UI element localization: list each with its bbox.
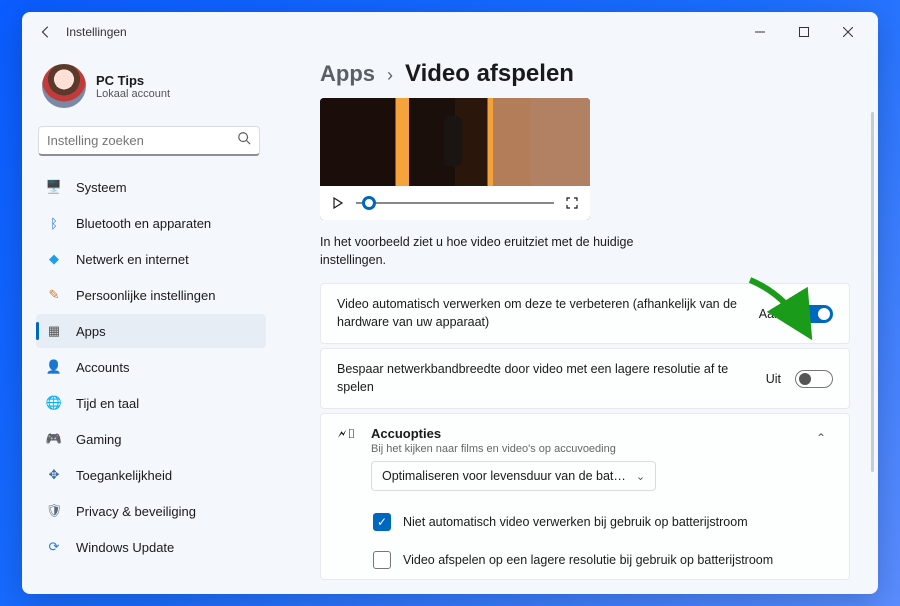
breadcrumb-parent[interactable]: Apps	[320, 61, 375, 87]
video-preview	[320, 98, 590, 220]
globe-icon: 🌐	[46, 395, 62, 411]
toggle-bandwidth[interactable]	[795, 370, 833, 388]
sidebar-item-label: Apps	[76, 324, 106, 339]
update-icon: ⟳	[46, 539, 62, 555]
close-button[interactable]	[826, 17, 870, 47]
main-content: Apps › Video afspelen In het voorbeeld z…	[272, 52, 878, 594]
collapse-button[interactable]: ⌃	[809, 426, 833, 450]
sidebar-item-time-language[interactable]: 🌐 Tijd en taal	[36, 386, 266, 420]
setting-label: Bespaar netwerkbandbreedte door video me…	[337, 361, 752, 396]
checkbox-label: Video afspelen op een lagere resolutie b…	[403, 553, 773, 567]
sidebar-item-label: Systeem	[76, 180, 127, 195]
breadcrumb: Apps › Video afspelen	[320, 60, 850, 88]
sidebar-item-bluetooth[interactable]: ᛒ Bluetooth en apparaten	[36, 206, 266, 240]
profile-subtitle: Lokaal account	[96, 88, 170, 100]
sidebar-item-gaming[interactable]: 🎮 Gaming	[36, 422, 266, 456]
sidebar-item-apps[interactable]: ▦ Apps	[36, 314, 266, 348]
setting-bandwidth: Bespaar netwerkbandbreedte door video me…	[320, 348, 850, 409]
search-input[interactable]	[47, 133, 237, 148]
bluetooth-icon: ᛒ	[46, 215, 62, 231]
sidebar-item-network[interactable]: ◆ Netwerk en internet	[36, 242, 266, 276]
apps-icon: ▦	[46, 323, 62, 339]
setting-auto-enhance: Video automatisch verwerken om deze te v…	[320, 283, 850, 344]
battery-subtitle: Bij het kijken naar films en video's op …	[371, 443, 795, 455]
sidebar-item-accounts[interactable]: 👤 Accounts	[36, 350, 266, 384]
fullscreen-icon[interactable]	[564, 195, 580, 211]
sidebar-item-label: Tijd en taal	[76, 396, 139, 411]
accounts-icon: 👤	[46, 359, 62, 375]
system-icon: 🖥️	[46, 179, 62, 195]
checkbox-label: Niet automatisch video verwerken bij geb…	[403, 515, 748, 529]
back-button[interactable]	[30, 16, 62, 48]
checkbox-lower-resolution[interactable]	[373, 551, 391, 569]
preview-caption: In het voorbeeld ziet u hoe video eruitz…	[320, 234, 680, 269]
settings-window: Instellingen PC Tips Lokaal account 🖥️ Sy…	[22, 12, 878, 594]
toggle-state: Aan	[759, 307, 781, 321]
sidebar-item-windows-update[interactable]: ⟳ Windows Update	[36, 530, 266, 564]
page-title: Video afspelen	[405, 60, 574, 88]
search-box[interactable]	[38, 126, 260, 156]
seek-thumb[interactable]	[362, 196, 376, 210]
search-icon	[237, 131, 251, 150]
sidebar-item-label: Netwerk en internet	[76, 252, 189, 267]
seek-slider[interactable]	[356, 202, 554, 204]
sidebar-item-system[interactable]: 🖥️ Systeem	[36, 170, 266, 204]
setting-label: Video automatisch verwerken om deze te v…	[337, 296, 745, 331]
sidebar-item-accessibility[interactable]: ✥ Toegankelijkheid	[36, 458, 266, 492]
maximize-button[interactable]	[782, 17, 826, 47]
sidebar-item-label: Accounts	[76, 360, 129, 375]
avatar	[42, 64, 86, 108]
nav: 🖥️ Systeem ᛒ Bluetooth en apparaten ◆ Netwe…	[36, 170, 266, 564]
checkbox-no-auto-process[interactable]: ✓	[373, 513, 391, 531]
sidebar-item-label: Gaming	[76, 432, 122, 447]
battery-check-row-2: Video afspelen op een lagere resolutie b…	[321, 541, 849, 579]
profile-name: PC Tips	[96, 73, 170, 88]
sidebar-item-label: Windows Update	[76, 540, 174, 555]
play-icon[interactable]	[330, 195, 346, 211]
preview-controls	[320, 186, 590, 220]
chevron-right-icon: ›	[387, 65, 393, 86]
accessibility-icon: ✥	[46, 467, 62, 483]
battery-icon: 🗲▯	[337, 426, 357, 442]
profile[interactable]: PC Tips Lokaal account	[36, 56, 266, 126]
toggle-auto-enhance[interactable]	[795, 305, 833, 323]
dropdown-value: Optimaliseren voor levensduur van de bat…	[382, 469, 626, 483]
wifi-icon: ◆	[46, 251, 62, 267]
shield-icon: 🛡	[46, 503, 62, 519]
scrollbar[interactable]	[871, 112, 874, 472]
battery-check-row-1: ✓ Niet automatisch video verwerken bij g…	[321, 503, 849, 541]
chevron-down-icon: ⌄	[636, 470, 645, 483]
preview-thumbnail	[320, 98, 590, 186]
sidebar-item-label: Bluetooth en apparaten	[76, 216, 211, 231]
toggle-state: Uit	[766, 372, 781, 386]
brush-icon: ✎	[46, 287, 62, 303]
gaming-icon: 🎮	[46, 431, 62, 447]
minimize-button[interactable]	[738, 17, 782, 47]
sidebar-item-label: Toegankelijkheid	[76, 468, 172, 483]
battery-dropdown[interactable]: Optimaliseren voor levensduur van de bat…	[371, 461, 656, 491]
titlebar: Instellingen	[22, 12, 878, 52]
sidebar-item-personalization[interactable]: ✎ Persoonlijke instellingen	[36, 278, 266, 312]
window-title: Instellingen	[66, 25, 127, 39]
sidebar-item-label: Persoonlijke instellingen	[76, 288, 215, 303]
sidebar-item-privacy[interactable]: 🛡 Privacy & beveiliging	[36, 494, 266, 528]
sidebar: PC Tips Lokaal account 🖥️ Systeem ᛒ Blueto…	[22, 52, 272, 594]
battery-title: Accuopties	[371, 426, 795, 441]
battery-options-card: 🗲▯ Accuopties Bij het kijken naar films …	[320, 413, 850, 580]
sidebar-item-label: Privacy & beveiliging	[76, 504, 196, 519]
window-controls	[738, 17, 870, 47]
